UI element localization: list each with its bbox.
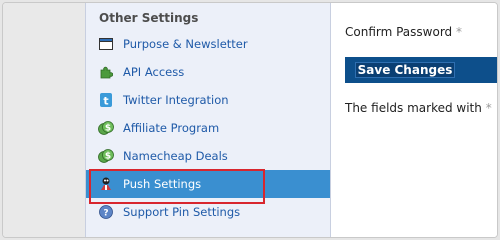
required-mark: *: [456, 25, 462, 39]
svg-text:$: $: [105, 152, 111, 162]
sidebar-item-label: Namecheap Deals: [123, 149, 228, 163]
svg-text:?: ?: [103, 209, 108, 219]
save-bar: Save Changes: [345, 57, 497, 83]
sidebar-item-label: API Access: [123, 65, 185, 79]
required-note-mark: *: [485, 101, 492, 115]
push-icon: [98, 176, 114, 192]
sidebar-header: Other Settings: [99, 11, 199, 25]
dollar-icon: $: [98, 120, 114, 136]
sidebar-item-label: Purpose & Newsletter: [123, 37, 248, 51]
sidebar-item-twitter-integration[interactable]: t Twitter Integration: [86, 86, 330, 114]
dollar-icon: $: [98, 148, 114, 164]
settings-panel: Other Settings Purpose & Newsletter API …: [2, 2, 498, 238]
left-gutter: [3, 3, 85, 237]
sidebar-item-purpose-newsletter[interactable]: Purpose & Newsletter: [86, 30, 330, 58]
sidebar-item-namecheap-deals[interactable]: $ Namecheap Deals: [86, 142, 330, 170]
sidebar-item-support-pin-settings[interactable]: ? Support Pin Settings: [86, 198, 330, 226]
required-fields-note: The fields marked with *: [345, 101, 492, 115]
window-icon: [98, 36, 114, 52]
sidebar-item-label: Support Pin Settings: [123, 205, 241, 219]
twitter-icon: t: [98, 92, 114, 108]
sidebar-item-push-settings[interactable]: Push Settings: [86, 170, 330, 198]
help-icon: ?: [98, 204, 114, 220]
sidebar-item-label: Affiliate Program: [123, 121, 220, 135]
confirm-password-label: Confirm Password *: [345, 25, 462, 39]
save-changes-button[interactable]: Save Changes: [355, 62, 455, 78]
puzzle-icon: [98, 64, 114, 80]
svg-text:t: t: [103, 95, 108, 108]
required-note-text: The fields marked with: [345, 101, 482, 115]
main-content: Confirm Password * Save Changes The fiel…: [333, 3, 497, 237]
sidebar-item-affiliate-program[interactable]: $ Affiliate Program: [86, 114, 330, 142]
confirm-password-text: Confirm Password: [345, 25, 453, 39]
sidebar-item-label: Push Settings: [123, 177, 202, 191]
sidebar: Other Settings Purpose & Newsletter API …: [85, 3, 331, 237]
sidebar-item-label: Twitter Integration: [123, 93, 229, 107]
sidebar-item-api-access[interactable]: API Access: [86, 58, 330, 86]
svg-text:$: $: [105, 124, 111, 134]
